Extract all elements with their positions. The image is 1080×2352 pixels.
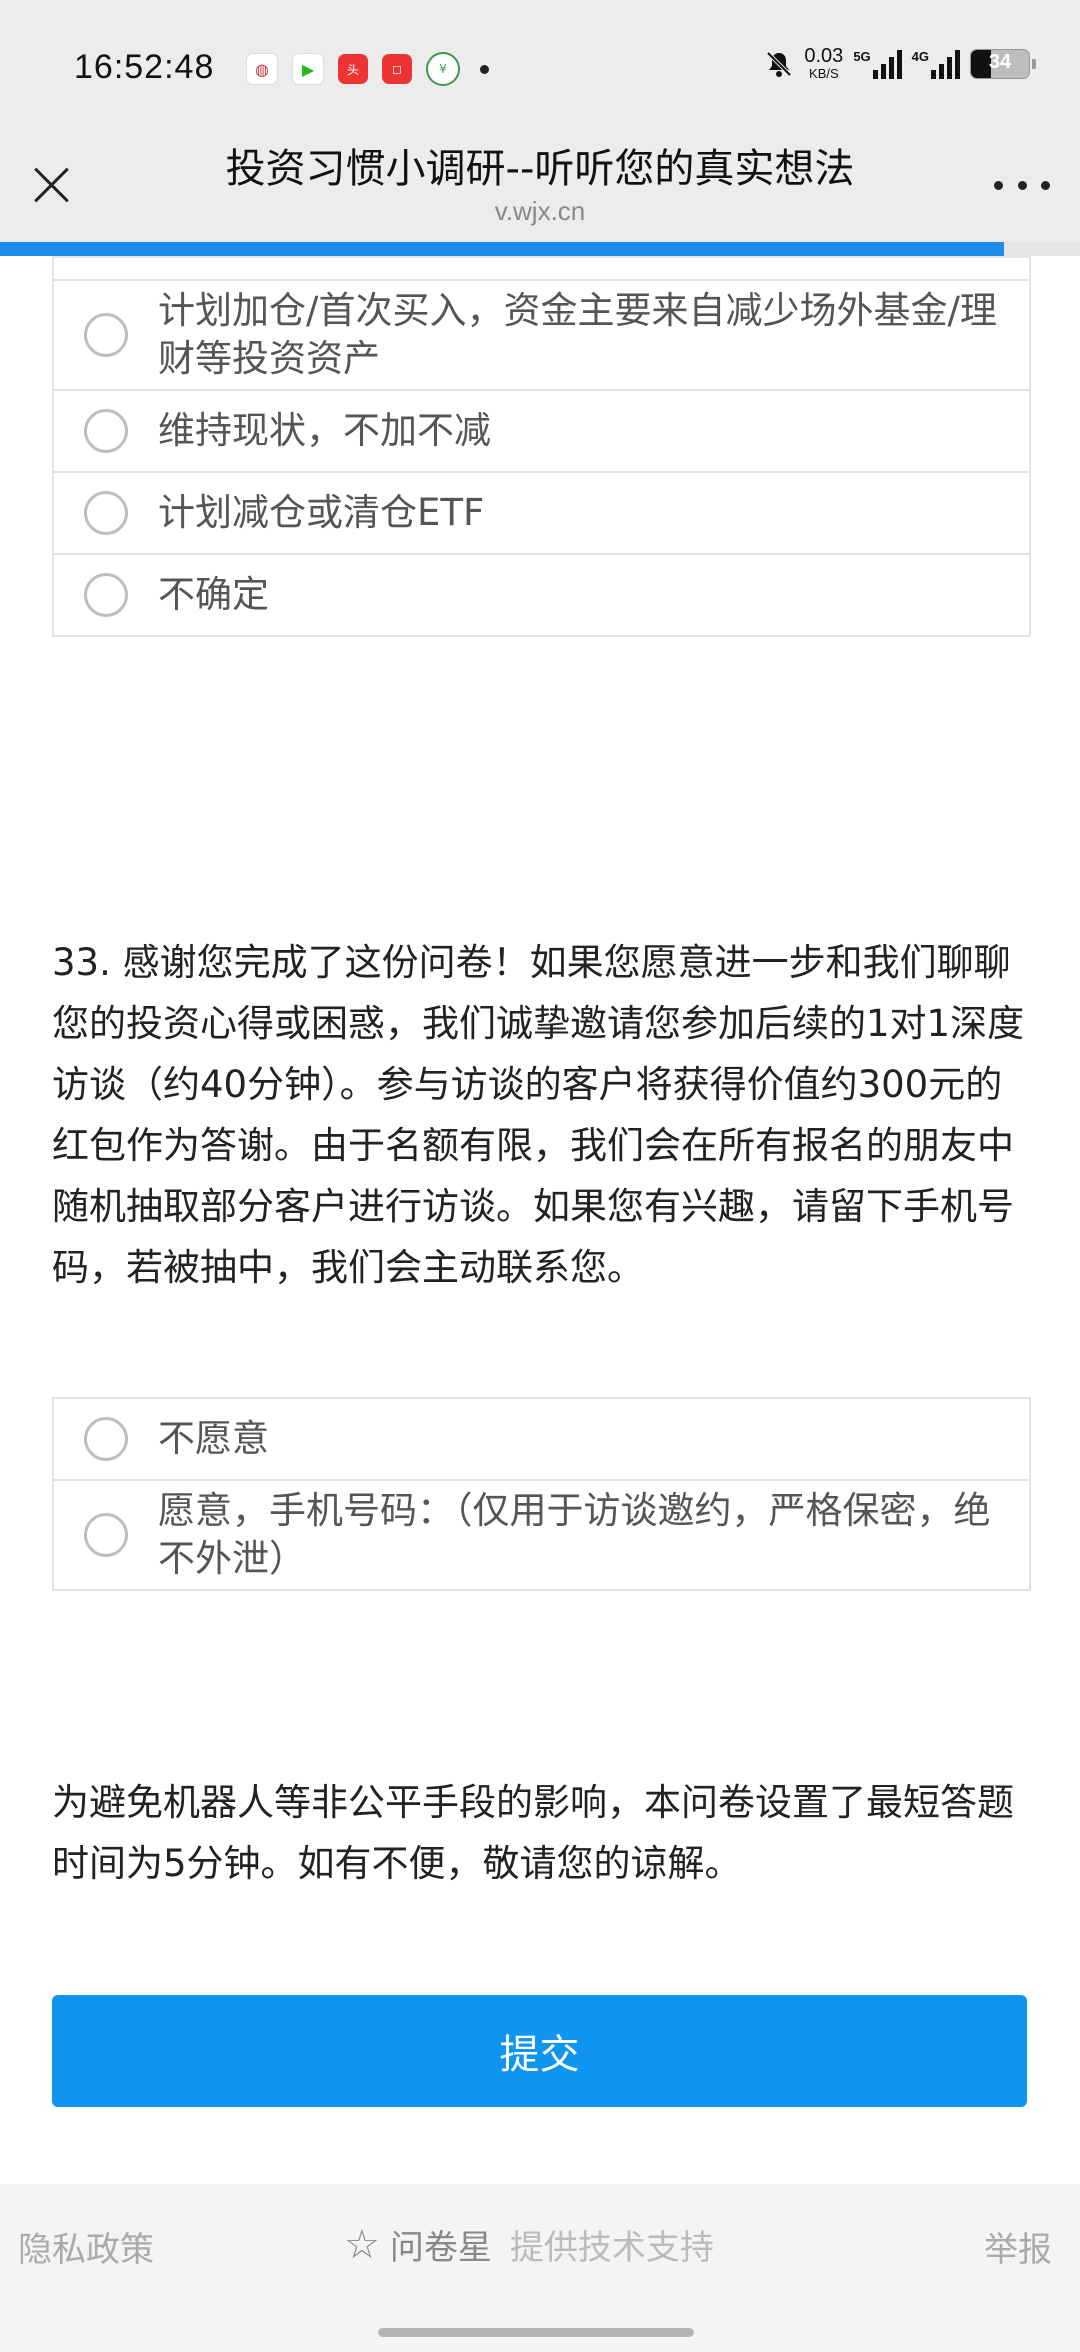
more-notifications-dot xyxy=(480,64,489,74)
network-speed-unit: KB/S xyxy=(809,66,839,81)
notification-icons: ◍ ▶ 头 ◻ ¥ xyxy=(246,52,489,86)
radio-button[interactable] xyxy=(84,573,128,617)
bank-icon: ¥ xyxy=(426,52,460,86)
radio-button[interactable] xyxy=(84,1513,128,1557)
radio-button[interactable] xyxy=(84,313,128,357)
app-icon-1: ◍ xyxy=(246,53,278,85)
toutiao-icon: 头 xyxy=(338,54,368,84)
home-indicator[interactable] xyxy=(378,2328,694,2337)
privacy-policy-link[interactable]: 隐私政策 xyxy=(18,2222,154,2271)
question-32-options: 计划加仓/首次买入，资金主要来自减少场外基金/理财等投资资产 维持现状，不加不减… xyxy=(52,256,1031,637)
report-link[interactable]: 举报 xyxy=(984,2222,1052,2271)
option-label: 不确定 xyxy=(158,573,269,616)
status-bar: 16:52:48 ◍ ▶ 头 ◻ ¥ 0.03 KB/S 5G 4G 34 xyxy=(0,0,1080,130)
brand-name: 问卷星 xyxy=(389,2228,492,2268)
signal-4g-label: 4G xyxy=(911,48,929,64)
radio-button[interactable] xyxy=(84,491,128,535)
radio-button[interactable] xyxy=(84,1417,128,1461)
option-label: 计划加仓/首次买入，资金主要来自减少场外基金/理财等投资资产 xyxy=(158,289,997,380)
signal-5g-label: 5G xyxy=(853,48,871,64)
signal-bars-icon xyxy=(931,49,960,79)
app-icon-2: ▶ xyxy=(292,53,324,85)
system-icons: 0.03 KB/S 5G 4G 34 xyxy=(764,46,1036,81)
option-label: 不愿意 xyxy=(158,1417,269,1460)
option-clipped-previous xyxy=(54,256,1029,279)
option-label: 愿意，手机号码：（仅用于访谈邀约，严格保密，绝不外泄） xyxy=(158,1489,991,1580)
signal-4g: 4G xyxy=(912,49,960,79)
radio-option[interactable]: 不确定 xyxy=(54,553,1029,635)
battery-level: 34 xyxy=(988,50,1012,73)
radio-option[interactable]: 不愿意 xyxy=(54,1397,1029,1479)
footer: 隐私政策 ☆ 问卷星 提供技术支持 举报 xyxy=(0,2184,1080,2352)
radio-option[interactable]: 计划减仓或清仓ETF xyxy=(54,471,1029,553)
more-options-icon[interactable] xyxy=(994,170,1050,200)
option-label: 计划减仓或清仓ETF xyxy=(158,491,485,534)
radio-button[interactable] xyxy=(84,409,128,453)
brand-support-text: 提供技术支持 xyxy=(509,2228,714,2268)
network-speed: 0.03 KB/S xyxy=(804,46,843,81)
signal-bars-icon xyxy=(872,49,902,79)
min-time-notice: 为避免机器人等非公平手段的影响，本问卷设置了最短答题时间为5分钟。如有不便，敬请… xyxy=(52,1781,1014,1885)
mute-bell-icon xyxy=(766,51,792,77)
page-url: v.wjx.cn xyxy=(494,196,586,226)
status-time: 16:52:48 xyxy=(74,48,215,86)
nav-bar: 投资习惯小调研--听听您的真实想法 v.wjx.cn xyxy=(0,130,1080,242)
progress-fill xyxy=(0,242,1005,256)
question-33-options: 不愿意 愿意，手机号码：（仅用于访谈邀约，严格保密，绝不外泄） xyxy=(52,1397,1031,1591)
network-speed-value: 0.03 xyxy=(804,45,844,67)
star-icon: ☆ xyxy=(344,2221,380,2268)
battery-icon: 34 xyxy=(970,48,1036,79)
page-title: 投资习惯小调研--听听您的真实想法 xyxy=(225,146,855,192)
signal-5g: 5G xyxy=(853,48,902,79)
radio-option[interactable]: 计划加仓/首次买入，资金主要来自减少场外基金/理财等投资资产 xyxy=(54,279,1029,389)
app-icon-4: ◻ xyxy=(382,54,412,84)
submit-button[interactable]: 提交 xyxy=(52,1995,1027,2107)
brand-link[interactable]: ☆ 问卷星 提供技术支持 xyxy=(344,2220,714,2269)
option-label: 维持现状，不加不减 xyxy=(158,409,491,452)
radio-option[interactable]: 维持现状，不加不减 xyxy=(54,389,1029,471)
radio-option[interactable]: 愿意，手机号码：（仅用于访谈邀约，严格保密，绝不外泄） xyxy=(54,1479,1029,1589)
question-33-title: 33. 感谢您完成了这份问卷！如果您愿意进一步和我们聊聊您的投资心得或困惑，我们… xyxy=(52,941,1025,1289)
progress-bar xyxy=(0,242,1080,256)
